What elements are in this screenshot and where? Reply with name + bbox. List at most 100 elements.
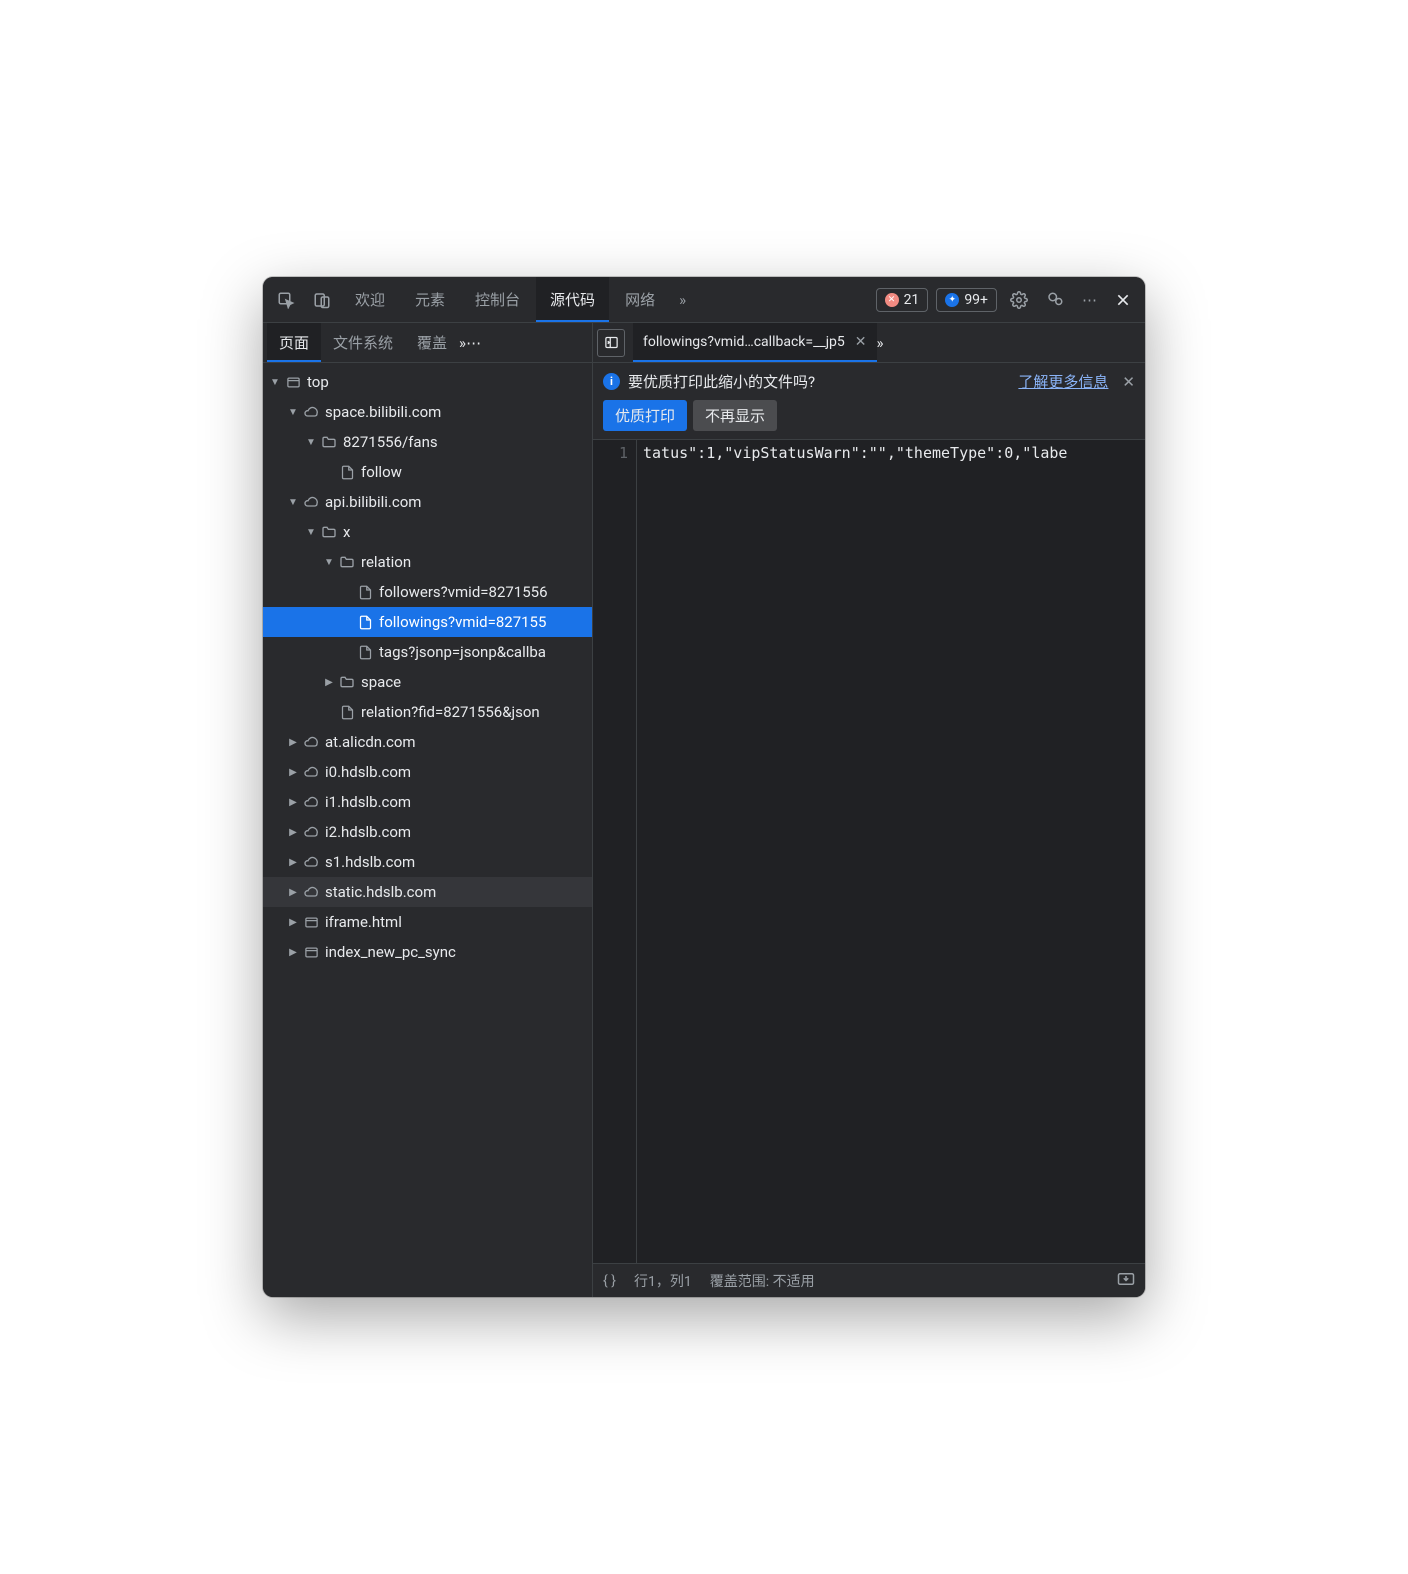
feedback-icon[interactable]: [1038, 277, 1072, 322]
device-toggle-icon[interactable]: [305, 277, 339, 322]
tree-arrow-icon: ▼: [323, 557, 335, 568]
navigator-tab-filesystem[interactable]: 文件系统: [321, 323, 405, 362]
tree-arrow-icon: ▼: [305, 437, 317, 448]
tree-row[interactable]: ▶s1.hdslb.com: [263, 847, 592, 877]
tree-label: index_new_pc_sync: [325, 943, 456, 961]
cloud-icon: [301, 764, 321, 780]
pretty-print-button[interactable]: 优质打印: [603, 400, 687, 431]
error-dot-icon: ✕: [885, 293, 899, 307]
navigator-tabs: 页面 文件系统 覆盖 » ⋯: [263, 323, 592, 363]
tree-row[interactable]: followings?vmid=827155: [263, 607, 592, 637]
cloud-icon: [301, 854, 321, 870]
cloud-icon: [301, 734, 321, 750]
tab-console[interactable]: 控制台: [461, 277, 534, 322]
tab-elements[interactable]: 元素: [401, 277, 459, 322]
infobar-learn-more-link[interactable]: 了解更多信息: [1018, 371, 1108, 392]
tree-row[interactable]: ▶i2.hdslb.com: [263, 817, 592, 847]
file-tab-label: followings?vmid…callback=__jp5: [643, 334, 845, 350]
window-icon: [301, 915, 321, 930]
folder-icon: [319, 434, 339, 450]
tree-arrow-icon: ▶: [287, 917, 299, 928]
cloud-icon: [301, 494, 321, 510]
tree-row[interactable]: relation?fid=8271556&json: [263, 697, 592, 727]
tree-row[interactable]: ▶static.hdslb.com: [263, 877, 592, 907]
statusbar-download-icon[interactable]: [1117, 1272, 1135, 1290]
tree-arrow-icon: ▶: [287, 827, 299, 838]
navigator-panel: 页面 文件系统 覆盖 » ⋯ ▼top▼space.bilibili.com▼8…: [263, 323, 593, 1297]
file-icon: [355, 645, 375, 660]
file-icon: [337, 705, 357, 720]
tab-network[interactable]: 网络: [611, 277, 669, 322]
tree-row[interactable]: ▼x: [263, 517, 592, 547]
tree-row[interactable]: ▼space.bilibili.com: [263, 397, 592, 427]
file-tab-active[interactable]: followings?vmid…callback=__jp5 ✕: [633, 323, 877, 362]
line-gutter: 1: [593, 440, 637, 1263]
navigator-tab-page[interactable]: 页面: [267, 323, 321, 362]
navigator-tab-overrides[interactable]: 覆盖: [405, 323, 459, 362]
file-tree[interactable]: ▼top▼space.bilibili.com▼8271556/fansfoll…: [263, 363, 592, 1297]
tree-label: i1.hdslb.com: [325, 793, 411, 811]
file-icon: [355, 585, 375, 600]
file-tab-close-icon[interactable]: ✕: [855, 334, 867, 350]
tree-label: tags?jsonp=jsonp&callba: [379, 643, 546, 661]
tree-row[interactable]: ▼top: [263, 367, 592, 397]
pretty-print-toggle-icon[interactable]: { }: [603, 1273, 616, 1289]
tree-row[interactable]: ▶ at.alicdn.com: [263, 727, 592, 757]
infobar-close-icon[interactable]: ✕: [1122, 373, 1135, 391]
inspect-icon[interactable]: [269, 277, 303, 322]
editor-statusbar: { } 行1，列1 覆盖范围: 不适用: [593, 1263, 1145, 1297]
tree-label: at.alicdn.com: [325, 733, 416, 751]
file-icon: [337, 465, 357, 480]
code-editor[interactable]: 1 tatus":1,"vipStatusWarn":"","themeType…: [593, 440, 1145, 1263]
tree-arrow-icon: ▶: [287, 737, 299, 748]
tree-label: followers?vmid=8271556: [379, 583, 548, 601]
navigator-tabs-overflow-icon[interactable]: »: [459, 334, 466, 352]
navigator-more-icon[interactable]: ⋯: [466, 334, 481, 352]
tree-label: x: [343, 523, 350, 541]
tree-row[interactable]: ▶space: [263, 667, 592, 697]
toggle-navigator-icon[interactable]: [597, 329, 625, 357]
file-tabs-overflow-icon[interactable]: »: [877, 334, 884, 352]
tree-label: top: [307, 373, 329, 391]
tabs-overflow-icon[interactable]: »: [671, 277, 694, 322]
tree-row[interactable]: follow: [263, 457, 592, 487]
tree-row[interactable]: ▶ i0.hdslb.com: [263, 757, 592, 787]
window-icon: [283, 375, 303, 390]
tree-row[interactable]: ▼api.bilibili.com: [263, 487, 592, 517]
tree-row[interactable]: ▶iframe.html: [263, 907, 592, 937]
tree-row[interactable]: ▼8271556/fans: [263, 427, 592, 457]
code-content[interactable]: tatus":1,"vipStatusWarn":"","themeType":…: [637, 440, 1145, 1263]
tree-arrow-icon: ▼: [305, 527, 317, 538]
more-icon[interactable]: ⋯: [1074, 277, 1105, 322]
tab-sources[interactable]: 源代码: [536, 277, 609, 322]
tree-row[interactable]: ▶ i1.hdslb.com: [263, 787, 592, 817]
message-dot-icon: ✦: [945, 293, 959, 307]
tree-row[interactable]: followers?vmid=8271556: [263, 577, 592, 607]
dont-show-button[interactable]: 不再显示: [693, 400, 777, 431]
window-icon: [301, 945, 321, 960]
settings-icon[interactable]: [1002, 277, 1036, 322]
message-count: 99+: [964, 292, 988, 308]
close-icon[interactable]: [1107, 277, 1139, 322]
message-badge[interactable]: ✦ 99+: [936, 288, 997, 312]
infobar-text: 要优质打印此缩小的文件吗?: [628, 371, 815, 392]
tab-welcome[interactable]: 欢迎: [341, 277, 399, 322]
info-icon: i: [603, 373, 620, 390]
tree-label: i0.hdslb.com: [325, 763, 411, 781]
cloud-icon: [301, 884, 321, 900]
tree-arrow-icon: ▶: [287, 767, 299, 778]
tree-row[interactable]: tags?jsonp=jsonp&callba: [263, 637, 592, 667]
tree-arrow-icon: ▶: [323, 677, 335, 688]
coverage-status: 覆盖范围: 不适用: [710, 1271, 815, 1291]
editor-panel: followings?vmid…callback=__jp5 ✕ » i 要优质…: [593, 323, 1145, 1297]
line-number: 1: [593, 444, 628, 462]
tree-row[interactable]: ▶index_new_pc_sync: [263, 937, 592, 967]
main-toolbar: 欢迎 元素 控制台 源代码 网络 » ✕ 21 ✦ 99+ ⋯: [263, 277, 1145, 323]
tree-arrow-icon: ▶: [287, 797, 299, 808]
tree-label: static.hdslb.com: [325, 883, 436, 901]
folder-icon: [337, 674, 357, 690]
tree-row[interactable]: ▼relation: [263, 547, 592, 577]
error-badge[interactable]: ✕ 21: [876, 288, 929, 312]
tree-label: space.bilibili.com: [325, 403, 441, 421]
folder-icon: [337, 554, 357, 570]
